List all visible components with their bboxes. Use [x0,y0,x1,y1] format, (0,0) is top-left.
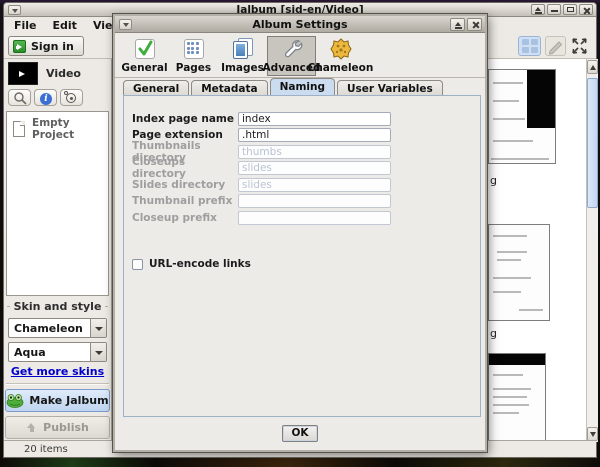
scrollbar-up-icon[interactable] [587,60,598,74]
lens-icon[interactable] [60,89,83,106]
url-encode-label: URL-encode links [149,258,251,270]
field-input[interactable] [238,194,391,208]
form-field-row: Closeups directory [132,161,472,176]
scrollbar-thumb[interactable] [587,78,598,208]
field-input[interactable] [238,128,391,142]
publish-label: Publish [43,421,89,434]
skin-dropdown[interactable]: Chameleon [8,318,107,338]
wrench-icon [280,37,304,61]
category-general[interactable]: General [120,36,169,76]
category-chameleon[interactable]: Chameleon [316,36,365,76]
ok-button[interactable]: OK [282,425,318,442]
desktop-wallpaper-strip [0,458,600,467]
tab-user-variables[interactable]: User Variables [337,80,443,95]
maximize-icon[interactable] [563,4,577,15]
thumbnail-caption: g [490,327,497,340]
field-input[interactable] [238,211,391,225]
items-count: 20 items [24,444,68,455]
tab-naming[interactable]: Naming [270,78,335,95]
close-icon[interactable] [467,18,482,31]
divider [6,383,109,384]
field-label: Index page name [132,113,238,125]
field-label: Slides directory [132,179,238,191]
style-dropdown-value: Aqua [9,346,90,359]
field-input[interactable] [238,161,391,175]
vertical-scrollbar[interactable] [586,59,598,442]
empty-project-label: Empty Project [32,117,108,141]
shade-icon[interactable] [531,4,545,15]
skin-section-title: Skin and style [4,300,111,313]
edit-icon[interactable] [545,36,566,56]
page-icon [13,121,25,137]
album-settings-dialog: Album Settings General Pages Images [113,14,487,452]
dropdown-arrow-icon [90,319,106,337]
tab-general[interactable]: General [123,80,189,95]
form-field-row: Slides directory [132,177,472,192]
grid-icon[interactable] [518,36,541,56]
tree-item-empty-project[interactable]: Empty Project [7,112,108,141]
field-label: Closeups directory [132,156,238,180]
form-field-row: Thumbnail prefix [132,194,472,209]
form-field-row: Closeup prefix [132,210,472,225]
publish-button[interactable]: Publish [5,416,110,439]
check-icon [133,37,157,61]
field-label: Closeup prefix [132,212,238,224]
shade-icon[interactable] [450,18,465,31]
field-input[interactable] [238,145,391,159]
dialog-title: Album Settings [115,18,485,31]
thumbnail-caption: g [490,174,497,187]
category-images[interactable]: Images [218,36,267,76]
info-icon[interactable]: i [34,89,57,106]
project-tree: Empty Project [6,111,109,296]
sign-in-button[interactable]: Sign in [8,36,84,56]
naming-form: Index page name Page extension Thumbnail… [132,111,472,227]
get-more-skins-link[interactable]: Get more skins [4,365,111,378]
minimize-icon[interactable] [547,4,561,15]
video-thumbnail [8,62,38,85]
frog-icon [6,393,24,408]
dot-grid-icon [182,37,206,61]
field-input[interactable] [238,112,391,126]
make-album-button[interactable]: Make Jalbum [5,389,110,412]
scrollbar-down-icon[interactable] [587,427,598,441]
close-icon[interactable] [579,4,593,15]
field-input[interactable] [238,178,391,192]
settings-category-toolbar: General Pages Images Advanced [115,33,485,78]
url-encode-checkbox[interactable] [132,259,143,270]
thumbnail-item[interactable] [488,224,550,321]
menu-item[interactable]: Edit [45,18,85,33]
signin-arrow-icon [13,40,26,53]
upload-icon [26,423,37,433]
category-pages[interactable]: Pages [169,36,218,76]
chameleon-icon [329,37,353,61]
thumbnail-panel: g g [488,59,598,442]
make-album-label: Make Jalbum [29,394,108,407]
thumbnail-item[interactable] [488,69,556,164]
field-label: Thumbnail prefix [132,195,238,207]
sign-in-label: Sign in [31,40,74,53]
dropdown-arrow-icon [90,343,106,361]
tab-metadata[interactable]: Metadata [191,80,267,95]
search-icon[interactable] [8,89,31,106]
project-sidebar: Video i Empty Project Skin and style Cha… [4,59,112,442]
menu-item[interactable]: File [6,18,45,33]
fullscreen-icon[interactable] [570,37,589,55]
style-dropdown[interactable]: Aqua [8,342,107,362]
naming-tab-panel: Index page name Page extension Thumbnail… [123,95,481,417]
thumbnail-item[interactable] [488,353,546,442]
settings-tab-bar: General Metadata Naming User Variables [123,78,477,95]
photo-stack-icon [231,37,255,61]
form-field-row: Index page name [132,111,472,126]
dialog-titlebar: Album Settings [115,16,485,33]
video-item-label: Video [46,67,81,80]
album-item-video[interactable]: Video [8,62,81,85]
skin-dropdown-value: Chameleon [9,322,90,335]
